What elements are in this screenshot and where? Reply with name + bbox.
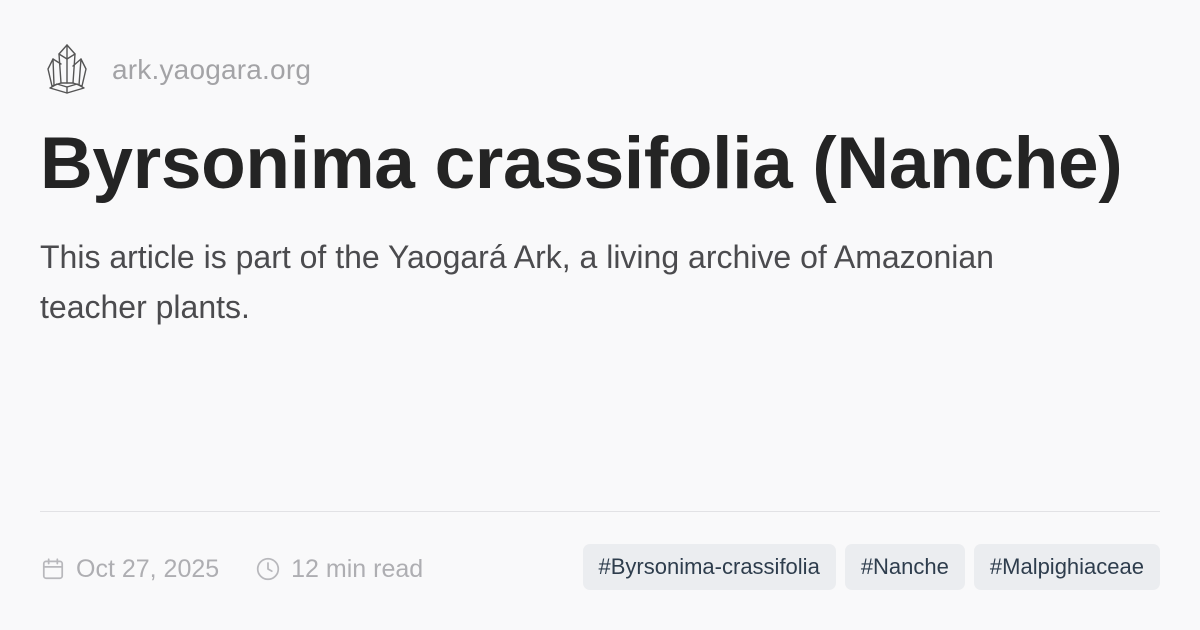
calendar-icon [42, 558, 64, 580]
read-time: 12 min read [255, 555, 423, 584]
read-time-text: 12 min read [291, 554, 424, 583]
crystal-cluster-icon [47, 44, 87, 94]
publish-date: Oct 27, 2025 [40, 555, 219, 584]
divider [40, 511, 1160, 512]
article-meta: Oct 27, 2025 12 min read [40, 546, 423, 592]
tag-byrsonima-crassifolia[interactable]: #Byrsonima-crassifolia [582, 544, 836, 590]
article-title: Byrsonima crassifolia (Nanche) [40, 123, 1123, 204]
publish-date-text: Oct 27, 2025 [76, 554, 220, 583]
tag-nanche[interactable]: #Nanche [844, 544, 965, 590]
tag-list: #Byrsonima-crassifolia #Nanche #Malpighi… [582, 544, 1160, 590]
tag-malpighiaceae[interactable]: #Malpighiaceae [973, 544, 1160, 590]
site-header: ark.yaogara.org [44, 42, 311, 98]
clock-icon [256, 557, 280, 581]
article-description: This article is part of the Yaogará Ark,… [40, 239, 994, 325]
site-domain[interactable]: ark.yaogara.org [112, 54, 311, 86]
